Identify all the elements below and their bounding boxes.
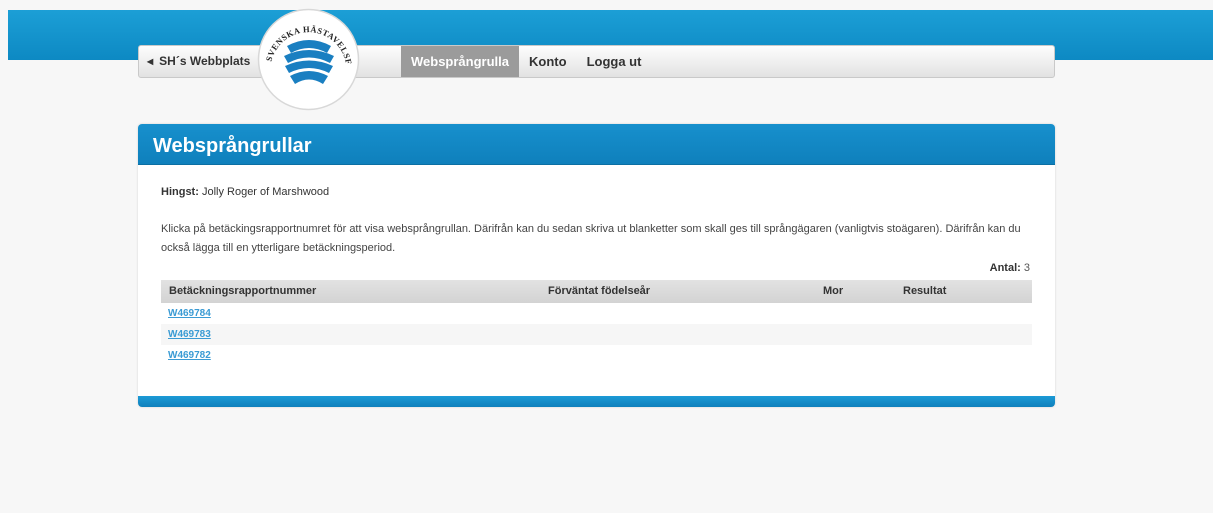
table-row: W469783 xyxy=(161,324,1032,345)
coverage-table: Betäckningsrapportnummer Förväntat födel… xyxy=(161,280,1032,366)
table-row: W469782 xyxy=(161,345,1032,366)
caret-left-icon: ◀ xyxy=(147,56,154,66)
table-header: Betäckningsrapportnummer Förväntat födel… xyxy=(161,280,1032,303)
column-header-mare: Mor xyxy=(823,285,844,297)
main-nav: Websprångrulla Konto Logga ut xyxy=(401,46,651,77)
association-logo: SVENSKA HÄSTAVELSFÖRBUNDET xyxy=(257,8,360,111)
page-title: Websprångrullar xyxy=(153,135,312,157)
column-header-report-number: Betäckningsrapportnummer xyxy=(169,285,317,297)
nav-item-websprangrulla[interactable]: Websprångrulla xyxy=(401,46,520,77)
report-number-link[interactable]: W469782 xyxy=(168,350,211,361)
back-to-site-link[interactable]: ◀ SH´s Webbplats xyxy=(147,54,250,68)
result-count: Antal: 3 xyxy=(990,262,1030,274)
nav-item-konto[interactable]: Konto xyxy=(519,46,577,77)
websprangrullar-panel: Websprångrullar Hingst: Jolly Roger of M… xyxy=(138,124,1055,407)
panel-footer xyxy=(138,396,1055,407)
count-label: Antal: xyxy=(989,262,1021,274)
stallion-name: Jolly Roger of Marshwood xyxy=(201,186,330,198)
stallion-info: Hingst: Jolly Roger of Marshwood xyxy=(161,186,329,198)
column-header-expected-birth-year: Förväntat födelseår xyxy=(548,285,651,297)
stallion-label: Hingst: xyxy=(161,186,199,198)
back-link-label: SH´s Webbplats xyxy=(159,54,251,68)
report-number-link[interactable]: W469784 xyxy=(168,308,211,319)
instructions-text: Klicka på betäckingsrapportnumret för at… xyxy=(161,223,1021,254)
count-value: 3 xyxy=(1023,262,1030,274)
column-header-result: Resultat xyxy=(903,285,947,297)
nav-item-logga-ut[interactable]: Logga ut xyxy=(577,46,652,77)
table-row: W469784 xyxy=(161,303,1032,324)
report-number-link[interactable]: W469783 xyxy=(168,329,211,340)
